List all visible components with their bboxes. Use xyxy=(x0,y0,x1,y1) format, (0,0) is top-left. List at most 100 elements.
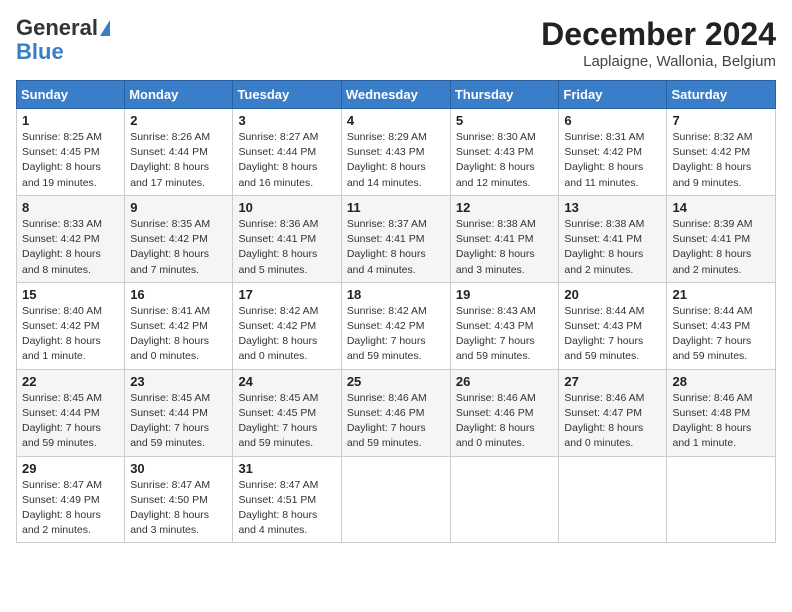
calendar-cell: 10 Sunrise: 8:36 AMSunset: 4:41 PMDayligh… xyxy=(233,195,341,282)
day-number: 16 xyxy=(130,287,227,302)
day-info: Sunrise: 8:30 AMSunset: 4:43 PMDaylight:… xyxy=(456,130,554,191)
calendar-header-saturday: Saturday xyxy=(667,81,776,109)
calendar-cell: 15Sunrise: 8:40 AMSunset: 4:42 PMDayligh… xyxy=(17,282,125,369)
calendar-cell: 23 Sunrise: 8:45 AMSunset: 4:44 PMDayligh… xyxy=(125,369,233,456)
calendar-cell: 20 Sunrise: 8:44 AMSunset: 4:43 PMDayligh… xyxy=(559,282,667,369)
calendar-cell xyxy=(341,456,450,543)
calendar-cell: 25 Sunrise: 8:46 AMSunset: 4:46 PMDayligh… xyxy=(341,369,450,456)
calendar-header-monday: Monday xyxy=(125,81,233,109)
day-info: Sunrise: 8:46 AMSunset: 4:48 PMDaylight:… xyxy=(672,391,770,452)
week-row-2: 8 Sunrise: 8:33 AMSunset: 4:42 PMDaylight… xyxy=(17,195,776,282)
calendar-body: 1Sunrise: 8:25 AMSunset: 4:45 PMDaylight… xyxy=(17,109,776,543)
day-info: Sunrise: 8:29 AMSunset: 4:43 PMDaylight:… xyxy=(347,130,445,191)
day-info: Sunrise: 8:38 AMSunset: 4:41 PMDaylight:… xyxy=(456,217,554,278)
calendar-header-tuesday: Tuesday xyxy=(233,81,341,109)
calendar-cell: 7Sunrise: 8:32 AMSunset: 4:42 PMDaylight… xyxy=(667,109,776,196)
day-number: 25 xyxy=(347,374,445,389)
day-info: Sunrise: 8:26 AMSunset: 4:44 PMDaylight:… xyxy=(130,130,227,191)
week-row-3: 15Sunrise: 8:40 AMSunset: 4:42 PMDayligh… xyxy=(17,282,776,369)
week-row-1: 1Sunrise: 8:25 AMSunset: 4:45 PMDaylight… xyxy=(17,109,776,196)
day-info: Sunrise: 8:43 AMSunset: 4:43 PMDaylight:… xyxy=(456,304,554,365)
calendar-cell: 6 Sunrise: 8:31 AMSunset: 4:42 PMDaylight… xyxy=(559,109,667,196)
day-info: Sunrise: 8:42 AMSunset: 4:42 PMDaylight:… xyxy=(347,304,445,365)
calendar-header-thursday: Thursday xyxy=(450,81,559,109)
day-number: 17 xyxy=(238,287,335,302)
calendar-cell xyxy=(450,456,559,543)
calendar-header-friday: Friday xyxy=(559,81,667,109)
calendar-cell: 17 Sunrise: 8:42 AMSunset: 4:42 PMDayligh… xyxy=(233,282,341,369)
calendar-cell: 16 Sunrise: 8:41 AMSunset: 4:42 PMDayligh… xyxy=(125,282,233,369)
day-number: 18 xyxy=(347,287,445,302)
day-info: Sunrise: 8:44 AMSunset: 4:43 PMDaylight:… xyxy=(564,304,661,365)
calendar-cell: 2 Sunrise: 8:26 AMSunset: 4:44 PMDaylight… xyxy=(125,109,233,196)
day-number: 21 xyxy=(672,287,770,302)
day-number: 2 xyxy=(130,113,227,128)
day-number: 29 xyxy=(22,461,119,476)
day-info: Sunrise: 8:31 AMSunset: 4:42 PMDaylight:… xyxy=(564,130,661,191)
calendar-header-wednesday: Wednesday xyxy=(341,81,450,109)
day-number: 28 xyxy=(672,374,770,389)
day-number: 24 xyxy=(238,374,335,389)
day-info: Sunrise: 8:27 AMSunset: 4:44 PMDaylight:… xyxy=(238,130,335,191)
calendar-cell: 18 Sunrise: 8:42 AMSunset: 4:42 PMDayligh… xyxy=(341,282,450,369)
day-number: 10 xyxy=(238,200,335,215)
calendar-cell: 12 Sunrise: 8:38 AMSunset: 4:41 PMDayligh… xyxy=(450,195,559,282)
day-number: 20 xyxy=(564,287,661,302)
day-info: Sunrise: 8:47 AMSunset: 4:50 PMDaylight:… xyxy=(130,478,227,539)
day-info: Sunrise: 8:33 AMSunset: 4:42 PMDaylight:… xyxy=(22,217,119,278)
day-number: 7 xyxy=(672,113,770,128)
day-info: Sunrise: 8:35 AMSunset: 4:42 PMDaylight:… xyxy=(130,217,227,278)
day-number: 12 xyxy=(456,200,554,215)
day-number: 27 xyxy=(564,374,661,389)
day-number: 31 xyxy=(238,461,335,476)
day-info: Sunrise: 8:36 AMSunset: 4:41 PMDaylight:… xyxy=(238,217,335,278)
calendar-cell: 27 Sunrise: 8:46 AMSunset: 4:47 PMDayligh… xyxy=(559,369,667,456)
calendar-cell: 26 Sunrise: 8:46 AMSunset: 4:46 PMDayligh… xyxy=(450,369,559,456)
calendar-cell: 3Sunrise: 8:27 AMSunset: 4:44 PMDaylight… xyxy=(233,109,341,196)
day-number: 14 xyxy=(672,200,770,215)
calendar-cell: 19 Sunrise: 8:43 AMSunset: 4:43 PMDayligh… xyxy=(450,282,559,369)
calendar-cell: 9 Sunrise: 8:35 AMSunset: 4:42 PMDaylight… xyxy=(125,195,233,282)
day-info: Sunrise: 8:47 AMSunset: 4:51 PMDaylight:… xyxy=(238,478,335,539)
calendar-cell: 8 Sunrise: 8:33 AMSunset: 4:42 PMDaylight… xyxy=(17,195,125,282)
day-info: Sunrise: 8:41 AMSunset: 4:42 PMDaylight:… xyxy=(130,304,227,365)
day-number: 5 xyxy=(456,113,554,128)
day-info: Sunrise: 8:45 AMSunset: 4:45 PMDaylight:… xyxy=(238,391,335,452)
day-info: Sunrise: 8:45 AMSunset: 4:44 PMDaylight:… xyxy=(22,391,119,452)
calendar-cell: 31 Sunrise: 8:47 AMSunset: 4:51 PMDayligh… xyxy=(233,456,341,543)
day-number: 22 xyxy=(22,374,119,389)
logo-blue-text: Blue xyxy=(16,40,64,64)
calendar-header-row: SundayMondayTuesdayWednesdayThursdayFrid… xyxy=(17,81,776,109)
day-number: 23 xyxy=(130,374,227,389)
day-info: Sunrise: 8:39 AMSunset: 4:41 PMDaylight:… xyxy=(672,217,770,278)
day-number: 19 xyxy=(456,287,554,302)
week-row-4: 22 Sunrise: 8:45 AMSunset: 4:44 PMDayligh… xyxy=(17,369,776,456)
page-header: General Blue December 2024 Laplaigne, Wa… xyxy=(16,16,776,70)
day-number: 9 xyxy=(130,200,227,215)
calendar-cell: 24 Sunrise: 8:45 AMSunset: 4:45 PMDayligh… xyxy=(233,369,341,456)
calendar-cell: 14 Sunrise: 8:39 AMSunset: 4:41 PMDayligh… xyxy=(667,195,776,282)
month-title: December 2024 xyxy=(541,16,776,53)
calendar-cell xyxy=(667,456,776,543)
day-number: 8 xyxy=(22,200,119,215)
day-info: Sunrise: 8:38 AMSunset: 4:41 PMDaylight:… xyxy=(564,217,661,278)
day-number: 6 xyxy=(564,113,661,128)
day-info: Sunrise: 8:45 AMSunset: 4:44 PMDaylight:… xyxy=(130,391,227,452)
day-info: Sunrise: 8:47 AMSunset: 4:49 PMDaylight:… xyxy=(22,478,119,539)
calendar-cell: 22 Sunrise: 8:45 AMSunset: 4:44 PMDayligh… xyxy=(17,369,125,456)
calendar-cell: 1Sunrise: 8:25 AMSunset: 4:45 PMDaylight… xyxy=(17,109,125,196)
day-number: 4 xyxy=(347,113,445,128)
day-info: Sunrise: 8:46 AMSunset: 4:46 PMDaylight:… xyxy=(456,391,554,452)
day-number: 11 xyxy=(347,200,445,215)
calendar-cell: 4 Sunrise: 8:29 AMSunset: 4:43 PMDaylight… xyxy=(341,109,450,196)
calendar-cell: 30 Sunrise: 8:47 AMSunset: 4:50 PMDayligh… xyxy=(125,456,233,543)
calendar-cell: 11 Sunrise: 8:37 AMSunset: 4:41 PMDayligh… xyxy=(341,195,450,282)
location: Laplaigne, Wallonia, Belgium xyxy=(541,53,776,70)
day-number: 30 xyxy=(130,461,227,476)
day-info: Sunrise: 8:46 AMSunset: 4:46 PMDaylight:… xyxy=(347,391,445,452)
day-number: 26 xyxy=(456,374,554,389)
day-info: Sunrise: 8:42 AMSunset: 4:42 PMDaylight:… xyxy=(238,304,335,365)
day-info: Sunrise: 8:37 AMSunset: 4:41 PMDaylight:… xyxy=(347,217,445,278)
day-info: Sunrise: 8:46 AMSunset: 4:47 PMDaylight:… xyxy=(564,391,661,452)
calendar-cell: 13Sunrise: 8:38 AMSunset: 4:41 PMDayligh… xyxy=(559,195,667,282)
